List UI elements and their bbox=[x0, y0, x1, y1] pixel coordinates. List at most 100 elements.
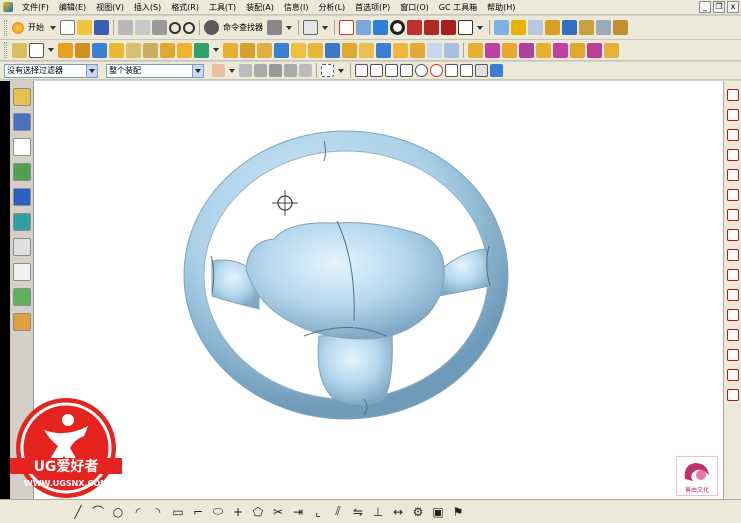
wrench-icon[interactable] bbox=[267, 20, 282, 35]
rectangle-icon[interactable]: ▭ bbox=[170, 504, 186, 520]
corner-icon[interactable]: ⌞ bbox=[310, 504, 326, 520]
chevron-down-icon[interactable] bbox=[286, 25, 292, 30]
bridge-curve-icon[interactable] bbox=[726, 289, 739, 301]
rectangle-icon[interactable] bbox=[726, 129, 739, 141]
steering-wheel-model[interactable] bbox=[34, 81, 723, 499]
mirror-icon[interactable]: ⇋ bbox=[350, 504, 366, 520]
curve-snap-icon[interactable] bbox=[400, 64, 413, 77]
minimize-button[interactable]: _ bbox=[699, 1, 711, 13]
component-rule-icon[interactable] bbox=[299, 64, 312, 77]
extrude-icon[interactable] bbox=[58, 42, 73, 58]
feature-select-icon[interactable] bbox=[239, 64, 252, 77]
n-sided-icon[interactable] bbox=[536, 42, 551, 58]
hole-icon[interactable] bbox=[160, 42, 175, 58]
extension-icon[interactable] bbox=[587, 42, 602, 58]
sketch-icon[interactable] bbox=[12, 42, 27, 58]
menu-insert[interactable]: 插入(S) bbox=[129, 0, 166, 15]
history-icon[interactable] bbox=[12, 213, 31, 231]
chevron-down-icon[interactable] bbox=[338, 68, 344, 73]
menu-window[interactable]: 窗口(O) bbox=[395, 0, 434, 15]
edge-blend-icon[interactable] bbox=[274, 42, 289, 58]
finish-sketch-icon[interactable]: ⚑ bbox=[450, 504, 466, 520]
blue-cube-icon[interactable] bbox=[490, 64, 503, 77]
shaded-cube-icon[interactable] bbox=[373, 20, 388, 35]
chevron-down-icon[interactable] bbox=[48, 48, 54, 52]
menu-information[interactable]: 信息(I) bbox=[279, 0, 314, 15]
unite-icon[interactable] bbox=[223, 42, 238, 58]
cylinder-icon[interactable] bbox=[613, 20, 628, 35]
chevron-down-icon[interactable] bbox=[213, 48, 219, 52]
chevron-down-icon[interactable] bbox=[192, 64, 203, 77]
split-body-icon[interactable] bbox=[359, 42, 374, 58]
new-file-icon[interactable] bbox=[60, 20, 75, 35]
chevron-down-icon[interactable] bbox=[477, 25, 483, 30]
restore-button[interactable]: ❐ bbox=[713, 1, 725, 13]
graphics-window[interactable] bbox=[34, 81, 723, 499]
offset-icon[interactable]: ⫽ bbox=[330, 504, 346, 520]
existing-point-snap-icon[interactable] bbox=[445, 64, 458, 77]
red-cube-icon[interactable] bbox=[424, 20, 439, 35]
menu-edit[interactable]: 编辑(E) bbox=[54, 0, 91, 15]
start-button[interactable]: 开始 bbox=[26, 22, 46, 33]
system-materials-icon[interactable] bbox=[12, 238, 31, 256]
cylinder-feature-icon[interactable] bbox=[109, 42, 124, 58]
trim-icon[interactable]: ✂ bbox=[270, 504, 286, 520]
menu-view[interactable]: 视图(V) bbox=[91, 0, 129, 15]
menu-tools[interactable]: 工具(T) bbox=[204, 0, 241, 15]
ellipse-icon[interactable] bbox=[726, 189, 739, 201]
face-blend-icon[interactable] bbox=[570, 42, 585, 58]
menu-format[interactable]: 格式(R) bbox=[166, 0, 204, 15]
redo-icon[interactable] bbox=[183, 21, 195, 34]
cone-icon[interactable] bbox=[126, 42, 141, 58]
bounded-plane-icon[interactable] bbox=[519, 42, 534, 58]
face-rule-icon[interactable] bbox=[254, 64, 267, 77]
display-icon[interactable]: ▣ bbox=[430, 504, 446, 520]
right-spoke[interactable] bbox=[438, 248, 491, 297]
quadrant-snap-icon[interactable] bbox=[430, 64, 443, 77]
save-icon[interactable] bbox=[94, 20, 109, 35]
chevron-down-icon[interactable] bbox=[229, 68, 235, 73]
curve-rule-icon[interactable] bbox=[269, 64, 282, 77]
polyline-icon[interactable]: ⌐ bbox=[190, 504, 206, 520]
menu-preferences[interactable]: 首选项(P) bbox=[350, 0, 395, 15]
roles-icon[interactable] bbox=[12, 313, 31, 331]
settings-icon[interactable]: ⚙ bbox=[410, 504, 426, 520]
arc-icon[interactable] bbox=[726, 109, 739, 121]
section-curve-icon[interactable] bbox=[726, 269, 739, 281]
layer-icon[interactable] bbox=[494, 20, 509, 35]
fillet-curve-icon[interactable] bbox=[726, 369, 739, 381]
datum-plane-icon[interactable] bbox=[29, 42, 44, 58]
open-folder-icon[interactable] bbox=[77, 20, 92, 35]
join-curve-icon[interactable] bbox=[726, 309, 739, 321]
box-select-icon[interactable] bbox=[321, 64, 334, 77]
line-snap-icon[interactable] bbox=[370, 64, 383, 77]
select-all-icon[interactable] bbox=[212, 64, 225, 77]
center-snap-icon[interactable] bbox=[415, 64, 428, 77]
line-icon[interactable] bbox=[726, 89, 739, 101]
render-style-icon[interactable] bbox=[356, 20, 371, 35]
arc-icon[interactable]: ◜ bbox=[130, 504, 146, 520]
intersection-curve-icon[interactable] bbox=[726, 249, 739, 261]
spline-icon[interactable] bbox=[726, 149, 739, 161]
shade-toggle-icon[interactable] bbox=[390, 20, 405, 35]
red-cube-icon[interactable] bbox=[407, 20, 422, 35]
chamfer-icon[interactable] bbox=[291, 42, 306, 58]
pattern-icon[interactable] bbox=[376, 42, 391, 58]
fit-view-icon[interactable] bbox=[339, 20, 354, 35]
measure-icon[interactable] bbox=[528, 20, 543, 35]
cut-icon[interactable] bbox=[118, 20, 133, 35]
bottom-spoke[interactable] bbox=[317, 332, 393, 406]
sheet-icon[interactable] bbox=[596, 20, 611, 35]
assembly-navigator-icon[interactable] bbox=[12, 88, 31, 106]
offset-curve-icon[interactable] bbox=[726, 209, 739, 221]
manufacturing-wizard-icon[interactable] bbox=[12, 288, 31, 306]
intersection-snap-icon[interactable] bbox=[460, 64, 473, 77]
ellipse-icon[interactable]: ⬭ bbox=[210, 504, 226, 520]
undo-icon[interactable] bbox=[169, 21, 181, 34]
through-curves-icon[interactable] bbox=[468, 42, 483, 58]
menu-analysis[interactable]: 分析(L) bbox=[313, 0, 350, 15]
extract-curve-icon[interactable] bbox=[726, 389, 739, 401]
red-cube-icon[interactable] bbox=[441, 20, 456, 35]
analysis-icon[interactable] bbox=[545, 20, 560, 35]
subtract-icon[interactable] bbox=[240, 42, 255, 58]
